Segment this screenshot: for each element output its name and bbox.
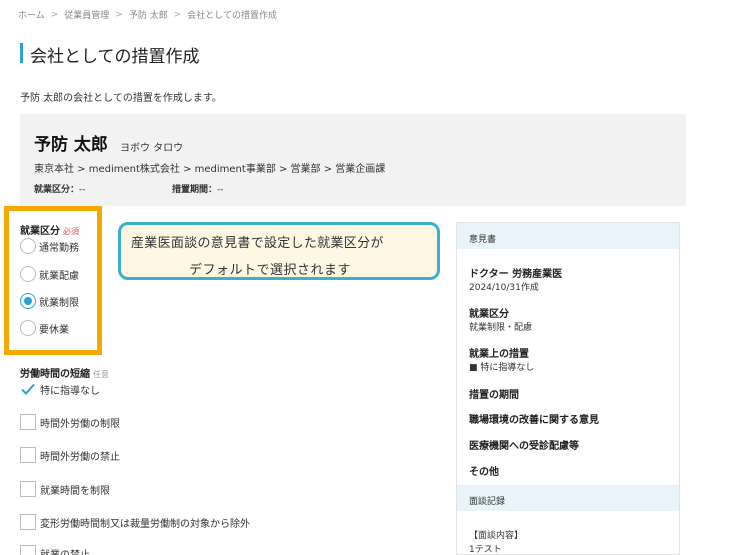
title-accent-bar	[20, 43, 23, 63]
checkbox-no-instruction[interactable]: 特に指導なし	[20, 381, 100, 397]
checkbox-label: 特に指導なし	[40, 385, 100, 397]
working-hours-label-text: 労働時間の短縮	[20, 369, 90, 380]
measure-period-summary-value: --	[217, 185, 224, 195]
interview-content-label: 【面談内容】	[469, 531, 524, 541]
employment-class-label-text: 就業区分	[20, 226, 60, 237]
interview-record-header: 面談記録	[457, 485, 679, 511]
page-title: 会社としての措置作成	[30, 47, 200, 67]
checkbox[interactable]	[20, 447, 36, 463]
working-hours-label: 労働時間の短縮 任意	[20, 365, 109, 380]
radio-label: 要休業	[39, 324, 69, 336]
breadcrumb: ホーム > 従業員管理 > 予防 太郎 > 会社としての措置作成	[18, 8, 277, 22]
page-subtitle: 予防 太郎の会社としての措置を作成します。	[20, 93, 222, 104]
required-tag: 必須	[63, 227, 79, 236]
radio-button[interactable]	[20, 238, 36, 254]
employee-profile-card: 予防 太郎 ヨボウ タロウ 東京本社 > mediment株式会社 > medi…	[20, 114, 686, 206]
breadcrumb-separator: >	[115, 9, 123, 20]
default-selection-callout: 産業医面談の意見書で設定した就業区分が デフォルトで選択されます	[118, 222, 440, 280]
opinion-side-panel: 意見書 ドクター 労務産業医 2024/10/31作成 就業区分 就業制限・配慮…	[456, 222, 680, 555]
callout-line-1: 産業医面談の意見書で設定した就業区分が	[131, 236, 384, 251]
employment-class-label: 就業区分 必須	[20, 222, 79, 237]
radio-leave-required[interactable]: 要休業	[20, 320, 69, 336]
interview-content-value: 1テスト	[469, 545, 502, 555]
opinion-period-label: 措置の期間	[469, 390, 519, 401]
radio-button[interactable]	[20, 320, 36, 336]
radio-normal-work[interactable]: 通常勤務	[20, 238, 79, 254]
opinion-other-label: その他	[469, 467, 499, 478]
checkbox-working-hours-limit[interactable]: 就業時間を制限	[20, 481, 110, 497]
checkbox-checked[interactable]	[20, 381, 36, 397]
employment-class-summary-label: 就業区分：	[34, 185, 80, 195]
radio-work-consideration[interactable]: 就業配慮	[20, 266, 79, 282]
checkbox-label: 就業の禁止	[40, 549, 90, 555]
opinion-created-date: 2024/10/31作成	[469, 283, 539, 293]
checkbox-flexible-hours-exclusion[interactable]: 変形労働時間制又は裁量労働制の対象から除外	[20, 514, 250, 530]
employee-kana: ヨボウ タロウ	[120, 143, 184, 154]
checkmark-icon	[21, 383, 35, 395]
employment-class-summary-value: --	[79, 185, 86, 195]
employment-class-summary: 就業区分：--	[34, 182, 86, 195]
doctor-name: ドクター 労務産業医	[469, 269, 563, 280]
checkbox[interactable]	[20, 481, 36, 497]
opinion-employment-class-label: 就業区分	[469, 309, 509, 320]
breadcrumb-separator: >	[50, 9, 59, 20]
opinion-medical-label: 医療機関への受診配慮等	[469, 441, 579, 452]
radio-button-selected[interactable]	[20, 293, 36, 309]
checkbox-label: 時間外労働の禁止	[40, 451, 120, 463]
checkbox-label: 就業時間を制限	[40, 485, 110, 497]
radio-label: 就業配慮	[39, 270, 79, 282]
callout-line-2: デフォルトで選択されます	[189, 263, 352, 278]
optional-tag: 任意	[93, 370, 109, 379]
measure-period-summary: 措置期間：--	[172, 182, 224, 195]
checkbox-overtime-limit[interactable]: 時間外労働の制限	[20, 414, 120, 430]
checkbox-work-ban[interactable]: 就業の禁止	[20, 545, 90, 555]
employee-name: 予防 太郎	[34, 135, 108, 155]
breadcrumb-current: 会社としての措置作成	[187, 11, 277, 21]
breadcrumb-separator: >	[173, 9, 182, 20]
checkbox-label: 変形労働時間制又は裁量労働制の対象から除外	[40, 518, 250, 530]
breadcrumb-employee-management[interactable]: 従業員管理	[64, 8, 109, 21]
opinion-measures-label: 就業上の措置	[469, 349, 529, 360]
employee-org-path: 東京本社 > mediment株式会社 > mediment事業部 > 営業部 …	[34, 164, 386, 175]
opinion-environment-label: 職場環境の改善に関する意見	[469, 415, 599, 426]
radio-label: 通常勤務	[39, 242, 79, 254]
checkbox[interactable]	[20, 414, 36, 430]
checkbox-overtime-ban[interactable]: 時間外労働の禁止	[20, 447, 120, 463]
checkbox[interactable]	[20, 514, 36, 530]
measure-period-summary-label: 措置期間：	[172, 185, 218, 195]
radio-work-restriction[interactable]: 就業制限	[20, 293, 79, 309]
radio-label: 就業制限	[39, 297, 79, 309]
opinion-employment-class-value: 就業制限・配慮	[469, 323, 533, 333]
breadcrumb-home[interactable]: ホーム	[18, 8, 45, 21]
opinion-measures-value: ■ 特に指導なし	[469, 363, 535, 373]
checkbox[interactable]	[20, 545, 36, 555]
radio-button[interactable]	[20, 266, 36, 282]
breadcrumb-employee[interactable]: 予防 太郎	[129, 8, 168, 21]
checkbox-label: 時間外労働の制限	[40, 418, 120, 430]
opinion-header: 意見書	[457, 223, 679, 249]
